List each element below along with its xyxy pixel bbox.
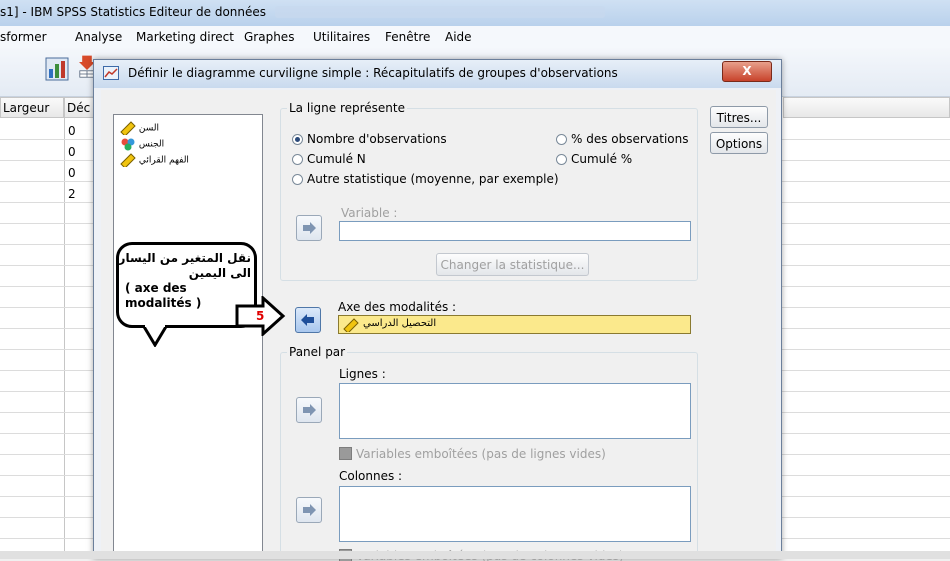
titles-button[interactable]: Titres... [710, 106, 768, 128]
cell-dec-row1[interactable]: 0 [68, 124, 76, 138]
nested-rows-checkbox[interactable]: Variables emboîtées (pas de lignes vides… [339, 447, 606, 461]
line-represents-group: La ligne représente Nombre d'observation… [280, 101, 698, 281]
category-axis-label: Axe des modalités : [338, 300, 457, 314]
list-item[interactable]: الجنس [120, 137, 164, 151]
column-header-largeur[interactable]: Largeur [0, 97, 64, 118]
app-title-bar: s1] - IBM SPSS Statistics Editeur de don… [0, 0, 950, 27]
panel-by-group: Panel par Lignes : Variables emboîtées (… [280, 345, 698, 561]
dialog-title-bar: Définir le diagramme curviligne simple :… [94, 60, 781, 88]
move-to-rows-button[interactable] [296, 397, 322, 423]
arrow-right-icon [303, 504, 316, 516]
category-axis-field[interactable]: التحصيل الدراسي [338, 315, 691, 334]
list-item[interactable]: الفهم القرائي [120, 153, 189, 167]
annotation-text: نقل المتغير من اليسار الى اليمين ( axe d… [118, 251, 251, 310]
dialog-title: Définir le diagramme curviligne simple :… [128, 66, 618, 80]
radio-empty-icon [292, 174, 303, 185]
change-statistic-button[interactable]: Changer la statistique... [436, 253, 589, 276]
cell-dec-row2[interactable]: 0 [68, 145, 76, 159]
group-legend: La ligne représente [287, 101, 407, 115]
arrow-right-icon [303, 404, 316, 416]
radio-autre-statistique[interactable]: Autre statistique (moyenne, par exemple) [292, 172, 559, 186]
cell-dec-row3[interactable]: 0 [68, 166, 76, 180]
column-header-dec[interactable]: Déc [64, 97, 94, 118]
annotation-step-number: 5 [256, 309, 265, 323]
menu-aide[interactable]: Aide [445, 30, 472, 44]
radio-empty-icon [556, 134, 567, 145]
arrow-left-icon [301, 314, 314, 326]
callout-tail-icon [141, 325, 169, 347]
bottom-strip [0, 551, 950, 559]
move-to-columns-button[interactable] [296, 497, 322, 523]
arrow-right-icon [303, 222, 316, 234]
list-item[interactable]: السن [120, 121, 159, 135]
menu-analyse[interactable]: Analyse [75, 30, 122, 44]
move-to-variable-button[interactable] [296, 215, 322, 241]
radio-pct-observations[interactable]: % des observations [556, 132, 689, 146]
columns-field[interactable] [339, 486, 691, 542]
columns-label: Colonnes : [339, 469, 403, 483]
radio-cumule-pct[interactable]: Cumulé % [556, 152, 632, 166]
category-axis-value: التحصيل الدراسي [363, 318, 437, 329]
menu-graphes[interactable]: Graphes [244, 30, 294, 44]
source-variable-list[interactable]: السن الجنس الفهم القرائي [113, 114, 263, 558]
menu-utilitaires[interactable]: Utilitaires [313, 30, 370, 44]
menu-bar: sformer Analyse Marketing direct Graphes… [0, 26, 950, 49]
options-button[interactable]: Options [710, 132, 768, 154]
app-title: s1] - IBM SPSS Statistics Editeur de don… [0, 5, 267, 19]
group-legend: Panel par [287, 345, 348, 359]
rows-label: Lignes : [339, 367, 386, 381]
menu-transformer[interactable]: sformer [0, 30, 47, 44]
radio-empty-icon [292, 154, 303, 165]
nominal-circles-icon [121, 138, 135, 151]
cell-dec-row4[interactable]: 2 [68, 187, 76, 201]
scale-ruler-icon [343, 318, 359, 332]
radio-selected-icon [292, 134, 303, 145]
close-button[interactable]: X [722, 61, 772, 82]
variable-field[interactable] [339, 221, 691, 241]
chart-dialog-icon [103, 66, 119, 80]
menu-marketing-direct[interactable]: Marketing direct [136, 30, 234, 44]
chart-builder-icon[interactable] [45, 57, 69, 81]
radio-empty-icon [556, 154, 567, 165]
background-window-title [275, 6, 605, 18]
rows-field[interactable] [339, 383, 691, 439]
scale-ruler-icon [120, 121, 136, 135]
checkbox-icon [339, 447, 352, 460]
move-to-category-axis-button[interactable] [295, 307, 321, 333]
radio-nombre-observations[interactable]: Nombre d'observations [292, 132, 447, 146]
column-header-right [783, 97, 950, 118]
menu-fenetre[interactable]: Fenêtre [385, 30, 430, 44]
scale-ruler-icon [120, 153, 136, 167]
radio-cumule-n[interactable]: Cumulé N [292, 152, 366, 166]
variable-label: Variable : [341, 206, 398, 220]
